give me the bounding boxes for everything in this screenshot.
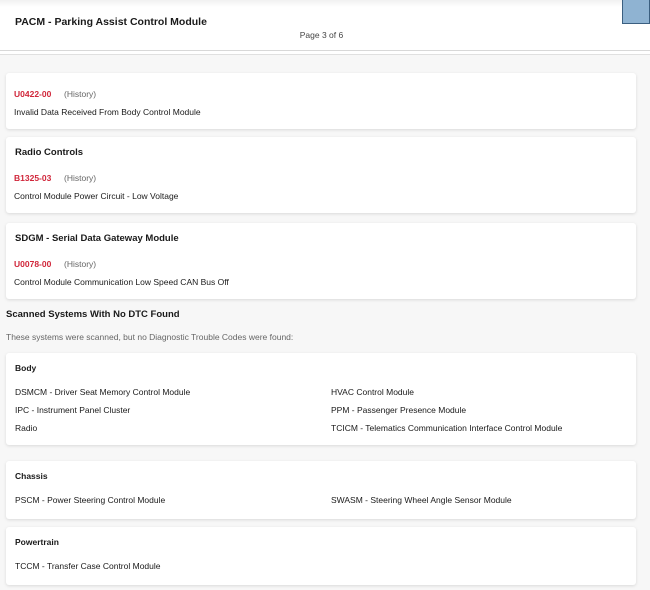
system-item: PSCM - Power Steering Control Module xyxy=(15,495,166,505)
system-item: HVAC Control Module xyxy=(331,387,414,397)
page-header: PACM - Parking Assist Control Module Pag… xyxy=(0,0,650,51)
category-card-powertrain: Powertrain TCCM - Transfer Case Control … xyxy=(6,527,636,585)
dtc-card: U0422-00 (History) Invalid Data Received… xyxy=(6,73,636,129)
dtc-status: (History) xyxy=(64,259,97,269)
dtc-code: B1325-03 xyxy=(14,173,52,183)
system-item: TCCM - Transfer Case Control Module xyxy=(15,561,161,571)
no-dtc-subtitle: These systems were scanned, but no Diagn… xyxy=(6,332,294,342)
dtc-description: Control Module Communication Low Speed C… xyxy=(14,277,229,287)
previous-page-edge xyxy=(0,0,636,7)
module-section-title: Radio Controls xyxy=(15,147,84,158)
dtc-code: U0422-00 xyxy=(14,89,52,99)
no-dtc-heading: Scanned Systems With No DTC Found xyxy=(6,309,180,320)
category-title: Body xyxy=(15,363,37,373)
system-item: TCICM - Telematics Communication Interfa… xyxy=(331,423,563,433)
dtc-status: (History) xyxy=(64,89,97,99)
module-section-title: SDGM - Serial Data Gateway Module xyxy=(15,233,179,244)
system-item: DSMCM - Driver Seat Memory Control Modul… xyxy=(15,387,191,397)
dtc-status: (History) xyxy=(64,173,97,183)
report-content[interactable]: U0422-00 (History) Invalid Data Received… xyxy=(0,54,650,590)
module-title: PACM - Parking Assist Control Module xyxy=(15,16,207,28)
category-card-chassis: Chassis PSCM - Power Steering Control Mo… xyxy=(6,461,636,519)
dtc-code: U0078-00 xyxy=(14,259,52,269)
system-item: Radio xyxy=(15,423,38,433)
category-title: Chassis xyxy=(15,471,48,481)
dtc-card: Radio Controls B1325-03 (History) Contro… xyxy=(6,137,636,213)
dtc-description: Control Module Power Circuit - Low Volta… xyxy=(14,191,179,201)
page-indicator: Page 3 of 6 xyxy=(299,30,344,40)
category-card-body: Body DSMCM - Driver Seat Memory Control … xyxy=(6,353,636,445)
system-item: SWASM - Steering Wheel Angle Sensor Modu… xyxy=(331,495,512,505)
dtc-description: Invalid Data Received From Body Control … xyxy=(14,107,201,117)
category-title: Powertrain xyxy=(15,537,59,547)
system-item: IPC - Instrument Panel Cluster xyxy=(15,405,131,415)
system-item: PPM - Passenger Presence Module xyxy=(331,405,467,415)
window-corner-widget[interactable] xyxy=(622,0,650,24)
dtc-card: SDGM - Serial Data Gateway Module U0078-… xyxy=(6,223,636,299)
